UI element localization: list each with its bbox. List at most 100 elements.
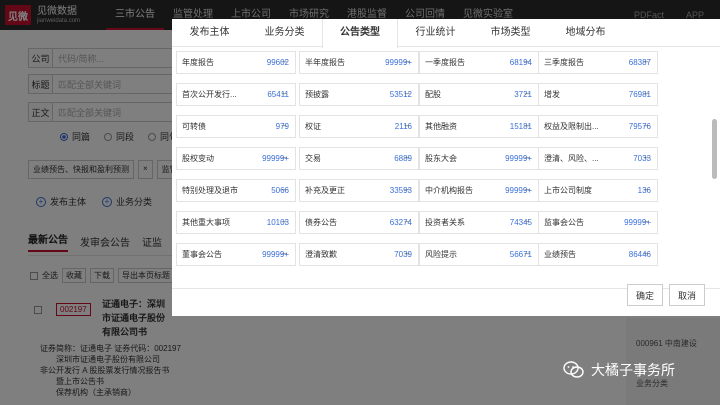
type-option-name: 交易: [305, 154, 321, 163]
confirm-button[interactable]: 确定: [627, 284, 663, 306]
collapse-dash-icon[interactable]: –: [523, 120, 531, 130]
scrollbar-thumb[interactable]: [712, 119, 717, 179]
wechat-icon: [563, 361, 584, 378]
collapse-dash-icon[interactable]: –: [642, 216, 650, 226]
type-option-name: 年度报告: [182, 58, 214, 67]
type-option-name: 一季度报告: [425, 58, 465, 67]
type-option-name: 增发: [544, 90, 560, 99]
collapse-dash-icon[interactable]: –: [523, 88, 531, 98]
announcement-type-modal: 发布主体 业务分类 公告类型 行业统计 市场类型 地域分布 年度报告 99602 –…: [172, 19, 720, 316]
tab-business-category[interactable]: 业务分类: [247, 19, 322, 47]
type-option-name: 特别处理及退市: [182, 186, 238, 195]
wechat-watermark: 大橘子事务所: [563, 360, 675, 380]
type-option-name: 董事会公告: [182, 250, 222, 259]
type-option[interactable]: 补充及更正 33593: [299, 179, 419, 202]
type-option-name: 权证: [305, 122, 321, 131]
type-option[interactable]: 交易 6889: [299, 147, 419, 170]
type-option-name: 风险提示: [425, 250, 457, 259]
modal-scrollbar[interactable]: [712, 49, 717, 289]
collapse-dash-icon[interactable]: –: [523, 248, 531, 258]
collapse-dash-icon[interactable]: –: [642, 88, 650, 98]
collapse-dash-icon[interactable]: –: [523, 56, 531, 66]
tab-announcement-type[interactable]: 公告类型: [322, 19, 398, 48]
collapse-dash-icon[interactable]: –: [403, 120, 411, 130]
type-option[interactable]: 年度报告 99602: [176, 51, 296, 74]
tab-market-type[interactable]: 市场类型: [473, 19, 548, 47]
collapse-dash-icon[interactable]: –: [642, 184, 650, 194]
type-option[interactable]: 一季度报告 68194: [419, 51, 539, 74]
type-option[interactable]: 董事会公告 99999+: [176, 243, 296, 266]
collapse-dash-icon[interactable]: –: [642, 120, 650, 130]
collapse-dash-icon[interactable]: –: [403, 88, 411, 98]
collapse-dash-icon[interactable]: –: [403, 56, 411, 66]
type-option-name: 可转债: [182, 122, 206, 131]
collapse-dash-icon[interactable]: –: [523, 216, 531, 226]
type-option-name: 配股: [425, 90, 441, 99]
type-option-name: 首次公开发行...: [182, 90, 237, 99]
type-option[interactable]: 增发 76981: [538, 83, 658, 106]
type-option[interactable]: 股权变动 99999+: [176, 147, 296, 170]
tab-publisher[interactable]: 发布主体: [172, 19, 247, 47]
collapse-dash-icon[interactable]: –: [403, 248, 411, 258]
collapse-dash-icon[interactable]: –: [280, 248, 288, 258]
type-option-name: 半年度报告: [305, 58, 345, 67]
collapse-dash-icon[interactable]: –: [642, 56, 650, 66]
modal-tabs: 发布主体 业务分类 公告类型 行业统计 市场类型 地域分布: [172, 19, 720, 48]
type-option[interactable]: 三季度报告 68387: [538, 51, 658, 74]
type-option[interactable]: 配股 3721: [419, 83, 539, 106]
collapse-dash-icon[interactable]: –: [403, 216, 411, 226]
type-option-name: 监事会公告: [544, 218, 584, 227]
type-option[interactable]: 风险提示 56671: [419, 243, 539, 266]
collapse-dash-icon[interactable]: –: [280, 120, 288, 130]
collapse-dash-icon[interactable]: –: [642, 152, 650, 162]
type-option-name: 中介机构报告: [425, 186, 473, 195]
type-option-name: 澄清致歉: [305, 250, 337, 259]
tab-industry-stats[interactable]: 行业统计: [398, 19, 473, 47]
type-option-name: 债券公告: [305, 218, 337, 227]
collapse-dash-icon[interactable]: –: [280, 88, 288, 98]
type-option-name: 其他融资: [425, 122, 457, 131]
type-option[interactable]: 预披露 53512: [299, 83, 419, 106]
collapse-dash-icon[interactable]: –: [280, 152, 288, 162]
type-option-name: 上市公司制度: [544, 186, 592, 195]
type-option-name: 三季度报告: [544, 58, 584, 67]
type-option[interactable]: 其他融资 15181: [419, 115, 539, 138]
type-option[interactable]: 上市公司制度 136: [538, 179, 658, 202]
collapse-dash-icon[interactable]: –: [523, 152, 531, 162]
collapse-dash-icon[interactable]: –: [280, 56, 288, 66]
tab-region[interactable]: 地域分布: [548, 19, 623, 47]
type-option-name: 其他重大事项: [182, 218, 230, 227]
collapse-dash-icon[interactable]: –: [403, 184, 411, 194]
collapse-dash-icon[interactable]: –: [280, 216, 288, 226]
type-option[interactable]: 股东大会 99999+: [419, 147, 539, 170]
type-option-name: 权益及限制出...: [544, 122, 599, 131]
type-option[interactable]: 半年度报告 99999+: [299, 51, 419, 74]
type-option[interactable]: 债券公告 63274: [299, 211, 419, 234]
type-option[interactable]: 澄清、风险、... 7033: [538, 147, 658, 170]
cancel-button[interactable]: 取消: [669, 284, 705, 306]
type-option[interactable]: 权益及限制出... 79576: [538, 115, 658, 138]
type-option-name: 预披露: [305, 90, 329, 99]
type-option-name: 股东大会: [425, 154, 457, 163]
collapse-dash-icon[interactable]: –: [280, 184, 288, 194]
type-option-name: 业绩预告: [544, 250, 576, 259]
type-option-name: 投资者关系: [425, 218, 465, 227]
type-option-name: 澄清、风险、...: [544, 154, 599, 163]
type-option[interactable]: 业绩预告 86446: [538, 243, 658, 266]
type-option[interactable]: 其他重大事项 10103: [176, 211, 296, 234]
type-option-name: 股权变动: [182, 154, 214, 163]
collapse-dash-icon[interactable]: –: [403, 152, 411, 162]
type-option[interactable]: 中介机构报告 99999+: [419, 179, 539, 202]
collapse-dash-icon[interactable]: –: [642, 248, 650, 258]
type-option[interactable]: 可转债 979: [176, 115, 296, 138]
type-option[interactable]: 特别处理及退市 5066: [176, 179, 296, 202]
type-option[interactable]: 监事会公告 99999+: [538, 211, 658, 234]
collapse-dash-icon[interactable]: –: [523, 184, 531, 194]
type-option[interactable]: 权证 2116: [299, 115, 419, 138]
type-option-name: 补充及更正: [305, 186, 345, 195]
type-option[interactable]: 首次公开发行... 65411: [176, 83, 296, 106]
type-option[interactable]: 投资者关系 74345: [419, 211, 539, 234]
type-option[interactable]: 澄清致歉 7039: [299, 243, 419, 266]
announcement-type-grid: 年度报告 99602– 半年度报告 99999+ – 一季度报告 68194– 三季度报告 68…: [176, 51, 706, 287]
watermark-text: 大橘子事务所: [591, 362, 675, 378]
